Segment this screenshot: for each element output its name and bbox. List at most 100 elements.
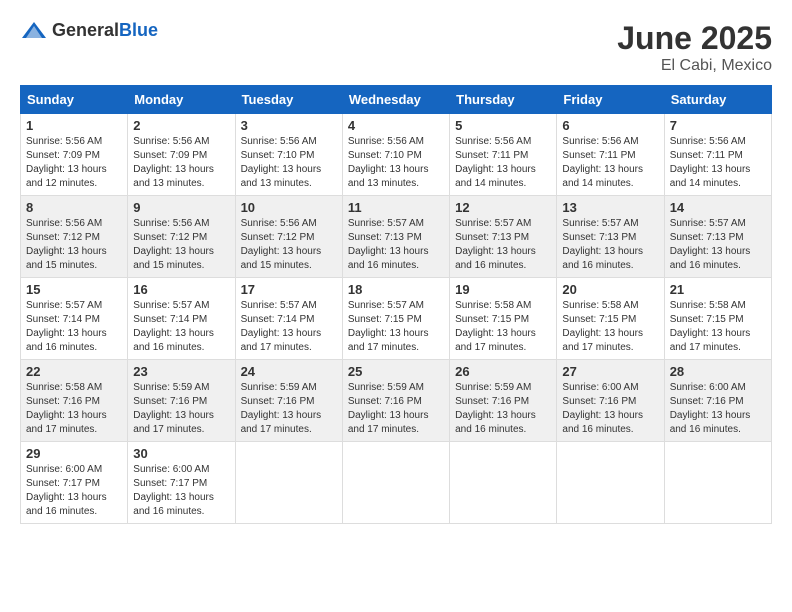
calendar-day-cell: 18Sunrise: 5:57 AMSunset: 7:15 PMDayligh…	[342, 278, 449, 360]
day-info: Sunrise: 5:57 AMSunset: 7:13 PMDaylight:…	[562, 217, 658, 273]
day-info: Sunrise: 5:56 AMSunset: 7:10 PMDaylight:…	[241, 135, 337, 191]
day-number: 12	[455, 200, 551, 215]
day-number: 3	[241, 118, 337, 133]
day-number: 17	[241, 282, 337, 297]
day-number: 25	[348, 364, 444, 379]
day-info: Sunrise: 5:58 AMSunset: 7:15 PMDaylight:…	[455, 299, 551, 355]
day-number: 22	[26, 364, 122, 379]
calendar-day-cell: 19 Sunrise: 5:58 AMSunset: 7:15 PMDayligh…	[450, 278, 557, 360]
calendar-day-cell: 7Sunrise: 5:56 AMSunset: 7:11 PMDaylight…	[664, 114, 771, 196]
day-info: Sunrise: 6:00 AMSunset: 7:16 PMDaylight:…	[562, 381, 658, 437]
calendar-day-cell: 11 Sunrise: 5:57 AMSunset: 7:13 PMDayligh…	[342, 196, 449, 278]
day-of-week-header: Sunday	[21, 86, 128, 114]
calendar-week-row: 22 Sunrise: 5:58 AMSunset: 7:16 PMDayligh…	[21, 360, 772, 442]
calendar-day-cell: 2 Sunrise: 5:56 AMSunset: 7:09 PMDaylight…	[128, 114, 235, 196]
day-number: 19	[455, 282, 551, 297]
day-of-week-header: Tuesday	[235, 86, 342, 114]
calendar-day-cell: 8 Sunrise: 5:56 AMSunset: 7:12 PMDaylight…	[21, 196, 128, 278]
day-info: Sunrise: 5:57 AMSunset: 7:14 PMDaylight:…	[133, 299, 229, 355]
day-number: 26	[455, 364, 551, 379]
calendar-day-cell: 22 Sunrise: 5:58 AMSunset: 7:16 PMDayligh…	[21, 360, 128, 442]
calendar-day-cell	[664, 442, 771, 524]
day-info: Sunrise: 5:58 AMSunset: 7:16 PMDaylight:…	[26, 381, 122, 437]
calendar-day-cell: 24 Sunrise: 5:59 AMSunset: 7:16 PMDayligh…	[235, 360, 342, 442]
day-number: 29	[26, 446, 122, 461]
calendar-day-cell: 21 Sunrise: 5:58 AMSunset: 7:15 PMDayligh…	[664, 278, 771, 360]
calendar-day-cell: 12 Sunrise: 5:57 AMSunset: 7:13 PMDayligh…	[450, 196, 557, 278]
day-number: 10	[241, 200, 337, 215]
calendar-day-cell: 30Sunrise: 6:00 AMSunset: 7:17 PMDayligh…	[128, 442, 235, 524]
calendar-day-cell: 27Sunrise: 6:00 AMSunset: 7:16 PMDayligh…	[557, 360, 664, 442]
day-info: Sunrise: 5:57 AMSunset: 7:13 PMDaylight:…	[455, 217, 551, 273]
calendar-day-cell: 16 Sunrise: 5:57 AMSunset: 7:14 PMDayligh…	[128, 278, 235, 360]
day-info: Sunrise: 5:59 AMSunset: 7:16 PMDaylight:…	[241, 381, 337, 437]
calendar-header-row: SundayMondayTuesdayWednesdayThursdayFrid…	[21, 86, 772, 114]
header: GeneralBlue June 2025 El Cabi, Mexico	[20, 20, 772, 75]
calendar-day-cell	[235, 442, 342, 524]
day-info: Sunrise: 5:57 AMSunset: 7:13 PMDaylight:…	[670, 217, 766, 273]
day-number: 11	[348, 200, 444, 215]
day-of-week-header: Thursday	[450, 86, 557, 114]
day-info: Sunrise: 5:56 AMSunset: 7:09 PMDaylight:…	[133, 135, 229, 191]
calendar-day-cell: 29 Sunrise: 6:00 AMSunset: 7:17 PMDayligh…	[21, 442, 128, 524]
day-number: 15	[26, 282, 122, 297]
calendar-week-row: 15 Sunrise: 5:57 AMSunset: 7:14 PMDayligh…	[21, 278, 772, 360]
location-title: El Cabi, Mexico	[617, 57, 772, 75]
calendar-day-cell: 4 Sunrise: 5:56 AMSunset: 7:10 PMDaylight…	[342, 114, 449, 196]
day-number: 23	[133, 364, 229, 379]
logo-icon	[20, 20, 48, 42]
day-number: 28	[670, 364, 766, 379]
day-info: Sunrise: 6:00 AMSunset: 7:16 PMDaylight:…	[670, 381, 766, 437]
calendar-day-cell: 15Sunrise: 5:57 AMSunset: 7:14 PMDayligh…	[21, 278, 128, 360]
day-number: 18	[348, 282, 444, 297]
day-info: Sunrise: 5:56 AMSunset: 7:12 PMDaylight:…	[26, 217, 122, 273]
day-info: Sunrise: 5:56 AMSunset: 7:10 PMDaylight:…	[348, 135, 444, 191]
day-of-week-header: Saturday	[664, 86, 771, 114]
day-number: 24	[241, 364, 337, 379]
calendar-day-cell	[450, 442, 557, 524]
day-info: Sunrise: 5:56 AMSunset: 7:11 PMDaylight:…	[562, 135, 658, 191]
month-title: June 2025	[617, 20, 772, 57]
day-number: 14	[670, 200, 766, 215]
calendar-day-cell: 3 Sunrise: 5:56 AMSunset: 7:10 PMDaylight…	[235, 114, 342, 196]
calendar-day-cell: 20Sunrise: 5:58 AMSunset: 7:15 PMDayligh…	[557, 278, 664, 360]
day-info: Sunrise: 6:00 AMSunset: 7:17 PMDaylight:…	[133, 463, 229, 519]
day-info: Sunrise: 5:58 AMSunset: 7:15 PMDaylight:…	[670, 299, 766, 355]
day-number: 9	[133, 200, 229, 215]
day-number: 1	[26, 118, 122, 133]
day-of-week-header: Monday	[128, 86, 235, 114]
calendar-day-cell: 5 Sunrise: 5:56 AMSunset: 7:11 PMDaylight…	[450, 114, 557, 196]
day-info: Sunrise: 5:56 AMSunset: 7:11 PMDaylight:…	[455, 135, 551, 191]
day-number: 20	[562, 282, 658, 297]
calendar-day-cell: 1 Sunrise: 5:56 AMSunset: 7:09 PMDaylight…	[21, 114, 128, 196]
day-info: Sunrise: 6:00 AMSunset: 7:17 PMDaylight:…	[26, 463, 122, 519]
day-number: 7	[670, 118, 766, 133]
calendar-day-cell: 28 Sunrise: 6:00 AMSunset: 7:16 PMDayligh…	[664, 360, 771, 442]
day-info: Sunrise: 5:56 AMSunset: 7:09 PMDaylight:…	[26, 135, 122, 191]
day-number: 16	[133, 282, 229, 297]
day-number: 2	[133, 118, 229, 133]
calendar-day-cell: 26Sunrise: 5:59 AMSunset: 7:16 PMDayligh…	[450, 360, 557, 442]
day-info: Sunrise: 5:59 AMSunset: 7:16 PMDaylight:…	[133, 381, 229, 437]
logo-general: GeneralBlue	[52, 21, 158, 41]
day-number: 21	[670, 282, 766, 297]
day-number: 4	[348, 118, 444, 133]
day-info: Sunrise: 5:56 AMSunset: 7:12 PMDaylight:…	[133, 217, 229, 273]
calendar: SundayMondayTuesdayWednesdayThursdayFrid…	[20, 85, 772, 524]
calendar-day-cell: 17Sunrise: 5:57 AMSunset: 7:14 PMDayligh…	[235, 278, 342, 360]
day-info: Sunrise: 5:57 AMSunset: 7:13 PMDaylight:…	[348, 217, 444, 273]
day-number: 6	[562, 118, 658, 133]
title-area: June 2025 El Cabi, Mexico	[617, 20, 772, 75]
day-info: Sunrise: 5:59 AMSunset: 7:16 PMDaylight:…	[348, 381, 444, 437]
calendar-day-cell: 23 Sunrise: 5:59 AMSunset: 7:16 PMDayligh…	[128, 360, 235, 442]
day-number: 5	[455, 118, 551, 133]
calendar-day-cell: 9 Sunrise: 5:56 AMSunset: 7:12 PMDaylight…	[128, 196, 235, 278]
calendar-body: 1 Sunrise: 5:56 AMSunset: 7:09 PMDaylight…	[21, 114, 772, 524]
day-number: 13	[562, 200, 658, 215]
day-of-week-header: Friday	[557, 86, 664, 114]
day-number: 8	[26, 200, 122, 215]
day-of-week-header: Wednesday	[342, 86, 449, 114]
logo: GeneralBlue	[20, 20, 158, 42]
calendar-week-row: 1 Sunrise: 5:56 AMSunset: 7:09 PMDaylight…	[21, 114, 772, 196]
calendar-day-cell: 14 Sunrise: 5:57 AMSunset: 7:13 PMDayligh…	[664, 196, 771, 278]
